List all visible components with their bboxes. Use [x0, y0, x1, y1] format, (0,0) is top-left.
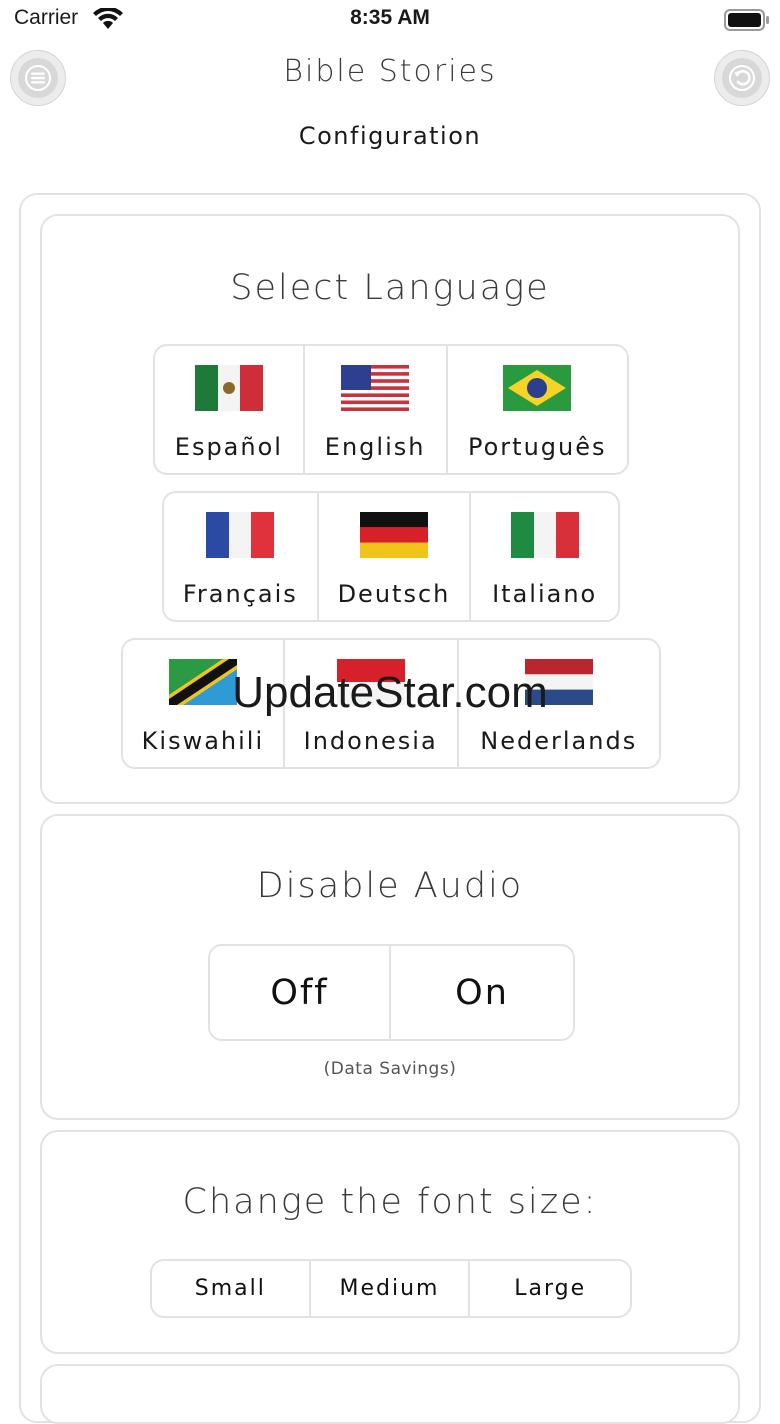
data-savings-note: (Data Savings)	[323, 1059, 457, 1079]
language-option-italiano[interactable]: Italiano	[471, 493, 618, 620]
language-option-portugues[interactable]: Português	[448, 346, 627, 473]
status-bar: Carrier 8:35 AM	[0, 0, 780, 40]
usa-flag-icon	[341, 365, 410, 411]
indonesia-flag-icon	[336, 659, 405, 705]
language-option-francais[interactable]: Français	[164, 493, 319, 620]
language-label: Français	[182, 580, 298, 608]
language-label: Español	[174, 433, 283, 461]
back-arrow-icon	[729, 65, 755, 91]
font-size-section-title: Change the font size:	[182, 1182, 598, 1222]
tanzania-flag-icon	[168, 659, 237, 705]
italy-flag-icon	[510, 512, 579, 558]
language-row: Français Deutsch Italiano	[162, 491, 620, 622]
audio-toggle: Off On	[208, 944, 575, 1041]
language-label: Italiano	[492, 580, 598, 608]
next-section	[40, 1364, 740, 1424]
page-subtitle: Configuration	[298, 122, 482, 150]
font-size-small-option[interactable]: Small	[152, 1261, 311, 1316]
language-label: Kiswahili	[141, 727, 265, 755]
app-title: Bible Stories	[283, 54, 497, 89]
netherlands-flag-icon	[524, 659, 593, 705]
font-size-medium-option[interactable]: Medium	[311, 1261, 471, 1316]
germany-flag-icon	[359, 512, 428, 558]
font-size-large-option[interactable]: Large	[470, 1261, 630, 1316]
font-size-label: Medium	[339, 1276, 440, 1301]
clock: 8:35 AM	[350, 6, 430, 29]
font-size-selector: Small Medium Large	[150, 1259, 632, 1318]
language-section-title: Select Language	[230, 268, 550, 308]
font-size-section: Change the font size: Small Medium Large	[40, 1130, 740, 1354]
audio-option-label: Off	[270, 972, 329, 1013]
language-label: Deutsch	[337, 580, 451, 608]
language-label: Português	[468, 433, 607, 461]
language-label: English	[324, 433, 426, 461]
back-button[interactable]	[714, 50, 770, 106]
audio-option-label: On	[455, 972, 509, 1013]
audio-section-title: Disable Audio	[256, 866, 524, 906]
language-option-espanol[interactable]: Español	[155, 346, 305, 473]
audio-off-option[interactable]: Off	[210, 946, 392, 1039]
language-section: Select Language Español English Portuguê…	[40, 214, 740, 804]
language-row: Kiswahili Indonesia Nederlands	[121, 638, 661, 769]
brazil-flag-icon	[503, 365, 572, 411]
language-option-indonesia[interactable]: Indonesia	[285, 640, 459, 767]
mexico-flag-icon	[194, 365, 263, 411]
font-size-label: Small	[194, 1276, 266, 1301]
language-option-english[interactable]: English	[305, 346, 448, 473]
language-row: Español English Português	[153, 344, 629, 475]
language-option-kiswahili[interactable]: Kiswahili	[123, 640, 285, 767]
language-label: Nederlands	[480, 727, 638, 755]
language-label: Indonesia	[303, 727, 438, 755]
france-flag-icon	[206, 512, 275, 558]
audio-on-option[interactable]: On	[391, 946, 573, 1039]
language-option-deutsch[interactable]: Deutsch	[319, 493, 472, 620]
font-size-label: Large	[514, 1276, 587, 1301]
audio-section: Disable Audio Off On (Data Savings)	[40, 814, 740, 1120]
battery-icon	[724, 9, 769, 31]
language-option-nederlands[interactable]: Nederlands	[459, 640, 660, 767]
